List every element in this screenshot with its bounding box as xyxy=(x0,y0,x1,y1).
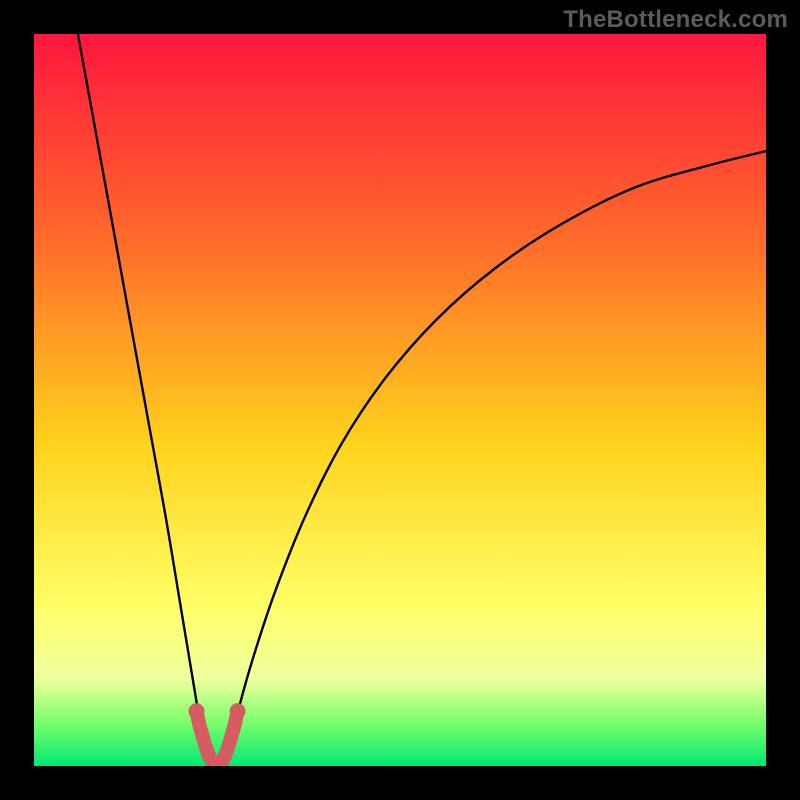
watermark-text: TheBottleneck.com xyxy=(563,6,788,34)
bottleneck-chart xyxy=(34,34,766,766)
plot-area xyxy=(34,34,766,766)
marker-end-dot xyxy=(189,703,205,719)
marker-end-dot xyxy=(230,703,246,719)
chart-frame: TheBottleneck.com xyxy=(0,0,800,800)
